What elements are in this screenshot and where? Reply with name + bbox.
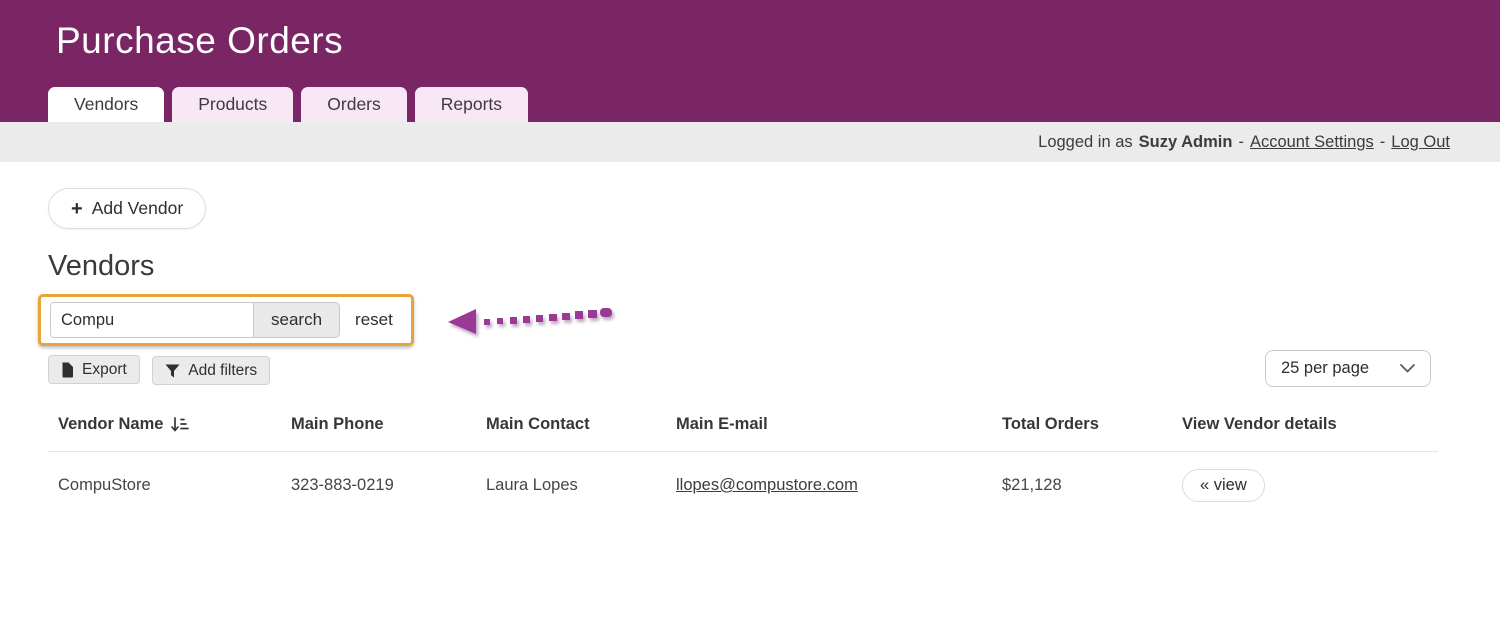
logged-in-prefix: Logged in as: [1038, 132, 1133, 151]
column-header-vendor-name[interactable]: Vendor Name: [48, 415, 291, 434]
search-row: search reset: [38, 294, 1500, 346]
main-content: + Add Vendor Vendors search reset: [0, 162, 1500, 522]
add-vendor-label: Add Vendor: [91, 198, 184, 218]
column-header-total-orders: Total Orders: [1002, 415, 1099, 433]
tab-bar: Vendors Products Orders Reports: [48, 87, 529, 122]
vendor-search-input[interactable]: [50, 302, 253, 338]
column-header-main-contact: Main Contact: [486, 415, 590, 433]
filter-row: Export Add filters 25 per page: [48, 350, 1500, 391]
chevron-down-icon: [1400, 364, 1415, 373]
column-header-main-phone: Main Phone: [291, 415, 384, 433]
per-page-value: 25 per page: [1281, 359, 1370, 377]
tab-orders[interactable]: Orders: [301, 87, 407, 122]
user-bar: Logged in as Suzy Admin - Account Settin…: [0, 122, 1500, 162]
reset-button[interactable]: reset: [355, 310, 393, 330]
vendor-email-link[interactable]: llopes@compustore.com: [676, 476, 858, 494]
separator: -: [1238, 132, 1244, 151]
page-title: Purchase Orders: [56, 20, 344, 61]
file-icon: [62, 362, 73, 377]
view-vendor-button[interactable]: « view: [1182, 469, 1265, 502]
per-page-select[interactable]: 25 per page: [1265, 350, 1431, 387]
tab-reports[interactable]: Reports: [414, 87, 529, 122]
account-settings-link[interactable]: Account Settings: [1250, 133, 1374, 152]
column-header-main-email: Main E-mail: [676, 415, 768, 433]
table-row: CompuStore 323-883-0219 Laura Lopes llop…: [48, 452, 1438, 522]
main-phone-cell: 323-883-0219: [291, 476, 394, 494]
app-header: Purchase Orders Vendors Products Orders …: [0, 0, 1500, 122]
search-highlight-box: search reset: [38, 294, 414, 346]
column-header-view-details: View Vendor details: [1182, 415, 1337, 433]
vendor-table: Vendor Name Main Phone Main Contact Main…: [48, 415, 1438, 522]
table-header-row: Vendor Name Main Phone Main Contact Main…: [48, 415, 1438, 452]
tab-products[interactable]: Products: [172, 87, 294, 122]
sort-ascending-icon: [171, 417, 190, 432]
total-orders-cell: $21,128: [1002, 476, 1062, 494]
tab-vendors[interactable]: Vendors: [48, 87, 165, 122]
search-button[interactable]: search: [253, 302, 341, 338]
username: Suzy Admin: [1138, 132, 1233, 151]
separator: -: [1379, 132, 1386, 151]
add-filters-label: Add filters: [188, 361, 258, 379]
logout-link[interactable]: Log Out: [1391, 133, 1450, 152]
add-vendor-button[interactable]: + Add Vendor: [48, 188, 207, 229]
plus-icon: +: [71, 197, 83, 220]
arrow-left-annotation-icon: [448, 308, 612, 334]
vendor-name-header-label: Vendor Name: [58, 415, 164, 433]
section-heading: Vendors: [48, 250, 155, 282]
add-filters-button[interactable]: Add filters: [152, 356, 271, 385]
export-label: Export: [82, 360, 127, 378]
export-button[interactable]: Export: [48, 355, 140, 384]
filter-funnel-icon: [165, 364, 180, 377]
main-contact-cell: Laura Lopes: [486, 476, 578, 494]
vendor-name-cell: CompuStore: [58, 476, 151, 494]
